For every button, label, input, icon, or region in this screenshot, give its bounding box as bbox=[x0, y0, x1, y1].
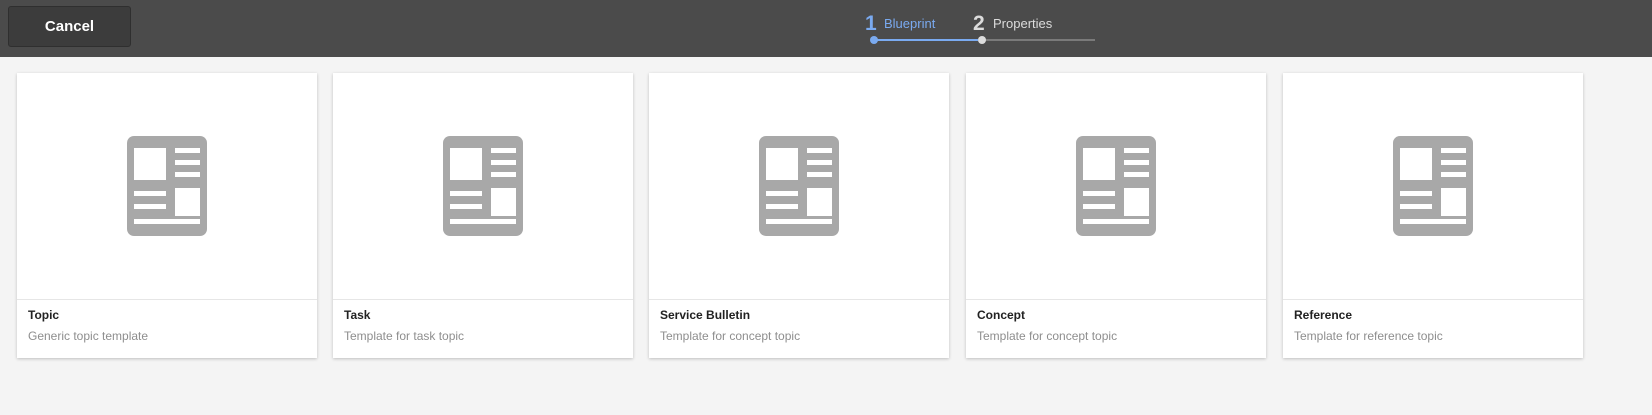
document-layout-icon bbox=[759, 136, 839, 236]
card-description: Template for reference topic bbox=[1294, 329, 1443, 343]
document-layout-icon bbox=[443, 136, 523, 236]
card-thumbnail bbox=[966, 73, 1266, 300]
document-layout-icon bbox=[1076, 136, 1156, 236]
template-card-reference[interactable]: Reference Template for reference topic bbox=[1283, 73, 1583, 358]
template-card-service-bulletin[interactable]: Service Bulletin Template for concept to… bbox=[649, 73, 949, 358]
step-1-progress-line bbox=[874, 39, 978, 41]
card-title: Task bbox=[344, 308, 371, 322]
wizard-steps: 1 Blueprint 2 Properties bbox=[0, 0, 1652, 57]
card-title: Concept bbox=[977, 308, 1025, 322]
template-card-topic[interactable]: Topic Generic topic template bbox=[17, 73, 317, 358]
card-description: Template for task topic bbox=[344, 329, 465, 343]
card-thumbnail bbox=[333, 73, 633, 300]
card-title: Service Bulletin bbox=[660, 308, 751, 322]
step-1-number: 1 bbox=[865, 12, 877, 35]
card-description: Template for concept topic bbox=[977, 329, 1118, 343]
card-title: Topic bbox=[28, 308, 60, 322]
step-1-label[interactable]: Blueprint bbox=[884, 16, 935, 31]
card-title: Reference bbox=[1294, 308, 1353, 322]
top-bar: Cancel 1 Blueprint 2 Properties bbox=[0, 0, 1652, 57]
document-layout-icon bbox=[127, 136, 207, 236]
card-description: Generic topic template bbox=[28, 329, 149, 343]
step-2-number: 2 bbox=[973, 12, 985, 35]
step-2-label[interactable]: Properties bbox=[993, 16, 1052, 31]
card-thumbnail bbox=[17, 73, 317, 300]
card-description: Template for concept topic bbox=[660, 329, 801, 343]
step-2-progress-line bbox=[983, 39, 1095, 41]
template-card-task[interactable]: Task Template for task topic bbox=[333, 73, 633, 358]
document-layout-icon bbox=[1393, 136, 1473, 236]
template-card-concept[interactable]: Concept Template for concept topic bbox=[966, 73, 1266, 358]
card-thumbnail bbox=[649, 73, 949, 300]
step-1-dot[interactable] bbox=[870, 36, 878, 44]
step-2-dot[interactable] bbox=[978, 36, 986, 44]
card-thumbnail bbox=[1283, 73, 1583, 300]
